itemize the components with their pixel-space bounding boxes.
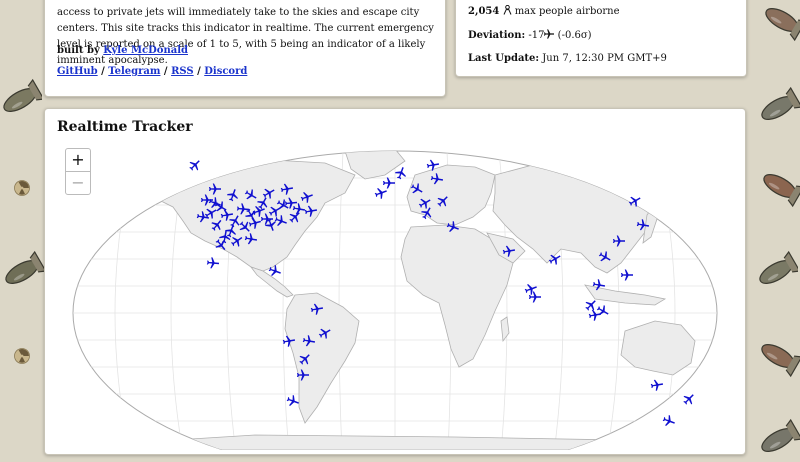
antarctica [74, 434, 716, 450]
social-links: GitHub / Telegram / RSS / Discord [57, 66, 247, 77]
plane-marker[interactable] [187, 157, 203, 173]
link-separator: / [193, 66, 205, 77]
bomb-icon [759, 250, 798, 284]
deviation-stat: Deviation: -17 (-0.6σ) [468, 29, 592, 41]
world-map[interactable] [55, 145, 735, 450]
deviation-label: Deviation: [468, 30, 526, 41]
author-link[interactable]: Kyle McDonald [103, 45, 188, 56]
telegram-link[interactable]: Telegram [108, 66, 160, 77]
zoom-out-button[interactable]: − [65, 171, 91, 195]
tracker-card: Realtime Tracker + − [44, 108, 746, 455]
radiation-icon [14, 180, 30, 196]
discord-link[interactable]: Discord [204, 66, 247, 77]
max-airborne-stat: 2,054 max people airborne [468, 4, 620, 17]
radiation-icon [14, 348, 30, 364]
about-card: access to private jets will immediately … [44, 0, 446, 97]
plane-icon [544, 29, 555, 39]
rss-link[interactable]: RSS [171, 66, 194, 77]
last-update-stat: Last Update: Jun 7, 12:30 PM GMT+9 [468, 53, 667, 64]
github-link[interactable]: GitHub [57, 66, 98, 77]
built-by: built by Kyle McDonald [57, 45, 188, 56]
plane-marker[interactable] [681, 391, 697, 407]
bomb-icon [761, 344, 800, 378]
built-by-prefix: built by [57, 45, 100, 56]
bomb-icon [761, 86, 800, 120]
zoom-in-button[interactable]: + [65, 148, 91, 172]
link-separator: / [97, 66, 109, 77]
deviation-value: -17 [528, 30, 545, 41]
deviation-sigma: (-0.6σ) [557, 30, 592, 41]
last-update-label: Last Update: [468, 53, 540, 64]
link-separator: / [160, 66, 172, 77]
plane-marker[interactable] [661, 414, 676, 428]
last-update-value: Jun 7, 12:30 PM GMT+9 [542, 53, 667, 64]
bomb-icon [761, 418, 800, 452]
max-airborne-label: max people airborne [514, 6, 620, 17]
stats-card: 2,054 max people airborne Deviation: -17… [455, 0, 747, 77]
bomb-icon [765, 8, 800, 42]
tracker-title: Realtime Tracker [57, 119, 193, 135]
bomb-icon [5, 250, 44, 284]
about-description: access to private jets will immediately … [57, 7, 434, 66]
bomb-icon [3, 78, 42, 112]
new-zealand [700, 376, 714, 405]
bomb-icon [763, 174, 800, 208]
person-icon [503, 4, 511, 15]
max-airborne-value: 2,054 [468, 6, 500, 17]
